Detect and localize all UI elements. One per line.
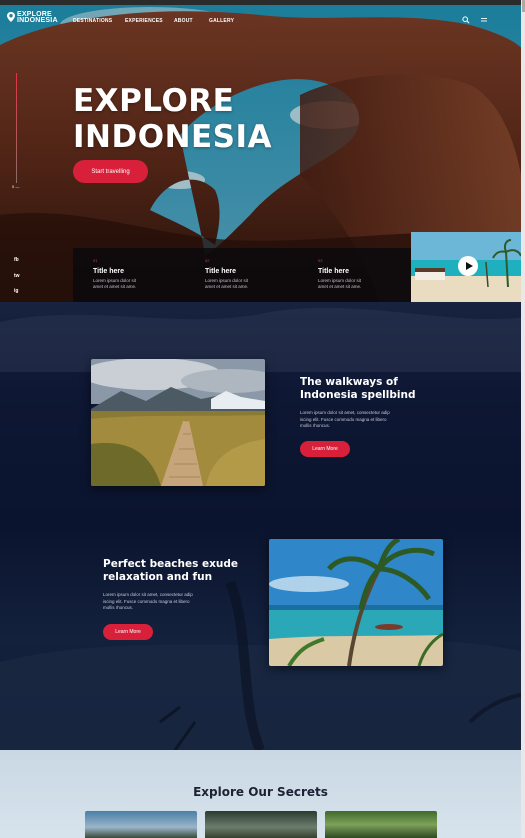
walkways-title: The walkways of Indonesia spellbind <box>300 376 416 402</box>
beach-photo <box>269 539 443 666</box>
twitter-icon[interactable]: tw <box>14 273 20 279</box>
browser-top-strip <box>0 0 525 5</box>
description-line: mollis rhoncus. <box>300 423 331 428</box>
beach-image <box>269 539 443 666</box>
feature-card[interactable]: 02 Title here Lorem ipsum dolor sit amet… <box>205 258 295 290</box>
top-navigation: EXPLORE INDONESIA DESTINATIONS EXPERIENC… <box>0 5 525 33</box>
page-scrollbar[interactable] <box>521 0 525 838</box>
nav-destinations[interactable]: DESTINATIONS <box>73 18 112 24</box>
hero-title-line1: EXPLORE <box>73 83 235 119</box>
start-travelling-button[interactable]: Start travelling <box>73 160 148 183</box>
card-text: Lorem ipsum dolor sit amet et amet sit a… <box>318 278 408 290</box>
card-number: 02 <box>205 258 210 263</box>
menu-icon[interactable] <box>480 16 488 24</box>
walkway-image <box>91 359 265 486</box>
video-thumbnail[interactable] <box>411 232 525 302</box>
play-button[interactable] <box>458 256 478 276</box>
card-title: Title here <box>318 268 349 275</box>
walkway-photo <box>91 359 265 486</box>
hero-title-line2: INDONESIA <box>73 119 273 155</box>
nav-about[interactable]: ABOUT <box>174 18 193 24</box>
explore-secrets-title: Explore Our Secrets <box>193 785 328 799</box>
card-text: Lorem ipsum dolor sit amet et amet sit a… <box>205 278 295 290</box>
location-pin-icon <box>7 12 15 22</box>
description-line: mollis rhoncus. <box>103 605 134 610</box>
card-text-line: amet et amet sit ame. <box>205 284 249 289</box>
nav-gallery[interactable]: GALLERY <box>209 18 234 24</box>
search-icon[interactable] <box>462 16 470 24</box>
feature-card[interactable]: 03 Title here Lorem ipsum dolor sit amet… <box>318 258 408 290</box>
beaches-title-line1: Perfect beaches exude <box>103 558 239 570</box>
nav-experiences[interactable]: EXPERIENCES <box>125 18 163 24</box>
card-number: 01 <box>93 258 98 263</box>
logo-text: EXPLORE INDONESIA <box>17 11 58 24</box>
features-section: The walkways of Indonesia spellbind Lore… <box>0 302 525 750</box>
gallery-thumb-3[interactable] <box>325 811 437 838</box>
gallery-thumb-1[interactable] <box>85 811 197 838</box>
logo-line2: INDONESIA <box>17 17 58 24</box>
walkways-description: Lorem ipsum dolor sit amet, consectetur … <box>300 410 412 430</box>
gallery-thumb-2[interactable] <box>205 811 317 838</box>
card-title: Title here <box>205 268 236 275</box>
card-text-line: amet et amet sit ame. <box>318 284 362 289</box>
hero-progress-line <box>16 73 17 183</box>
explore-secrets-section: Explore Our Secrets <box>0 750 525 838</box>
card-text-line: amet et amet sit ame. <box>93 284 137 289</box>
walkways-title-line1: The walkways of <box>300 376 398 388</box>
walkways-learn-more-button[interactable]: Learn More <box>300 441 350 457</box>
beaches-description: Lorem ipsum dolor sit amet, consectetur … <box>103 592 215 612</box>
beaches-title-line2: relaxation and fun <box>103 571 213 583</box>
slide-counter: 0 — <box>12 184 20 189</box>
walkways-title-line2: Indonesia spellbind <box>300 389 416 401</box>
instagram-icon[interactable]: ig <box>14 288 18 294</box>
card-text: Lorem ipsum dolor sit amet et amet sit a… <box>93 278 183 290</box>
facebook-icon[interactable]: fb <box>14 257 19 263</box>
feature-cards-bar: 01 Title here Lorem ipsum dolor sit amet… <box>73 248 411 302</box>
beaches-title: Perfect beaches exude relaxation and fun <box>103 558 238 584</box>
beaches-learn-more-button[interactable]: Learn More <box>103 624 153 640</box>
feature-card[interactable]: 01 Title here Lorem ipsum dolor sit amet… <box>93 258 183 290</box>
card-title: Title here <box>93 268 124 275</box>
site-logo[interactable]: EXPLORE INDONESIA <box>7 11 58 24</box>
card-number: 03 <box>318 258 323 263</box>
hero-title: EXPLORE INDONESIA <box>73 83 272 155</box>
